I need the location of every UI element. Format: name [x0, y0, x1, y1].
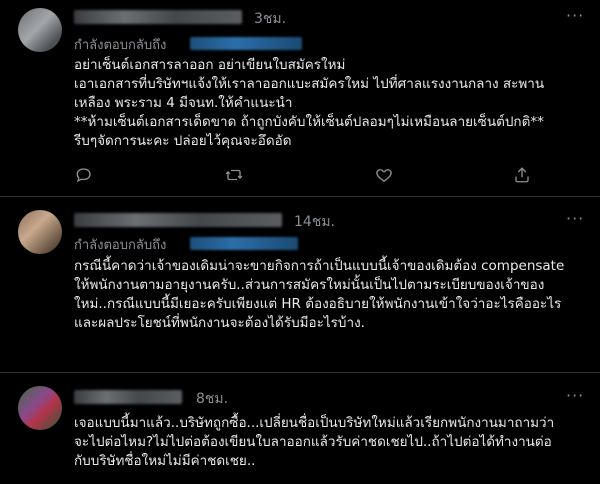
author-name[interactable] — [74, 10, 242, 24]
tweet-text: กรณีนี้คาดว่าเจ้าของเดิมน่าจะขายกิจการถ้… — [74, 257, 600, 333]
share-icon[interactable] — [513, 166, 533, 186]
tweet-line: รีบๆจัดการนะคะ ปล่อยไว้คุณจะอึดอัด — [74, 133, 292, 149]
retweet-icon[interactable] — [225, 166, 245, 186]
tweet-time[interactable]: 14ชม. — [294, 211, 335, 233]
tweet-line: เจอแบบนี้มาแล้ว..บริษัทถูกซื้อ...เปลี่ยน… — [74, 415, 555, 431]
tweet-line: **ห้ามเซ็นต์เอกสารเด็ดขาด ถ้าถูกบังคับให… — [74, 114, 544, 130]
action-bar — [75, 166, 545, 186]
tweet-3[interactable]: 8ชม. ··· เจอแบบนี้มาแล้ว..บริษัทถูกซื้อ.… — [0, 372, 600, 484]
tweet-line: อย่าเซ็นต์เอกสารลาออก อย่าเขียนใบสมัครให… — [74, 57, 346, 73]
tweet-line: จะไปต่อไหม?ไม่ไปต่อต้องเขียนใบลาออกแล้วร… — [74, 434, 552, 450]
tweet-line: กรณีนี้คาดว่าเจ้าของเดิมน่าจะขายกิจการถ้… — [74, 258, 565, 274]
tweet-2[interactable]: 14ชม. ··· กำลังตอบกลับถึง กรณีนี้คาดว่าเ… — [0, 196, 600, 372]
avatar[interactable] — [18, 386, 62, 430]
more-icon[interactable]: ··· — [566, 386, 584, 405]
reply-handle[interactable] — [190, 237, 298, 250]
more-icon[interactable]: ··· — [566, 209, 584, 228]
reply-icon[interactable] — [75, 166, 95, 186]
avatar[interactable] — [18, 8, 62, 52]
tweet-text: เจอแบบนี้มาแล้ว..บริษัทถูกซื้อ...เปลี่ยน… — [74, 414, 600, 471]
tweet-line: เอาเอกสารที่บริษัทฯแจ้งให้เราลาออกแบะสมั… — [74, 76, 545, 92]
like-icon[interactable] — [375, 166, 395, 186]
more-icon[interactable]: ··· — [566, 6, 584, 25]
tweet-line: เหลือง พระราม 4 มีจนท.ให้คำแนะนำ — [74, 95, 293, 111]
reply-to: กำลังตอบกลับถึง — [74, 238, 167, 253]
tweet-time[interactable]: 3ชม. — [254, 8, 286, 30]
tweet-line: ให้พนักงานตามอายุงานครับ..ส่วนการสมัครให… — [74, 277, 545, 293]
tweet-text: อย่าเซ็นต์เอกสารลาออก อย่าเขียนใบสมัครให… — [74, 56, 600, 151]
tweet-time[interactable]: 8ชม. — [196, 388, 228, 410]
tweet-line: ใหม่..กรณีแบบนี้มีเยอะครับเพียงแต่ HR ต้… — [74, 296, 562, 312]
author-name[interactable] — [74, 213, 282, 227]
reply-handle[interactable] — [190, 37, 302, 50]
tweet-line: และผลประโยชน์ที่พนักงานจะต้องได้รับมีอะไ… — [74, 315, 365, 331]
avatar[interactable] — [18, 210, 62, 254]
tweet-1[interactable]: 3ชม. ··· กำลังตอบกลับถึง อย่าเซ็นต์เอกสา… — [0, 0, 600, 196]
reply-to: กำลังตอบกลับถึง — [74, 38, 167, 53]
tweet-line: กับบริษัทชื่อใหม่ไม่มีค่าชดเชย.. — [74, 453, 256, 469]
author-name[interactable] — [74, 390, 182, 404]
